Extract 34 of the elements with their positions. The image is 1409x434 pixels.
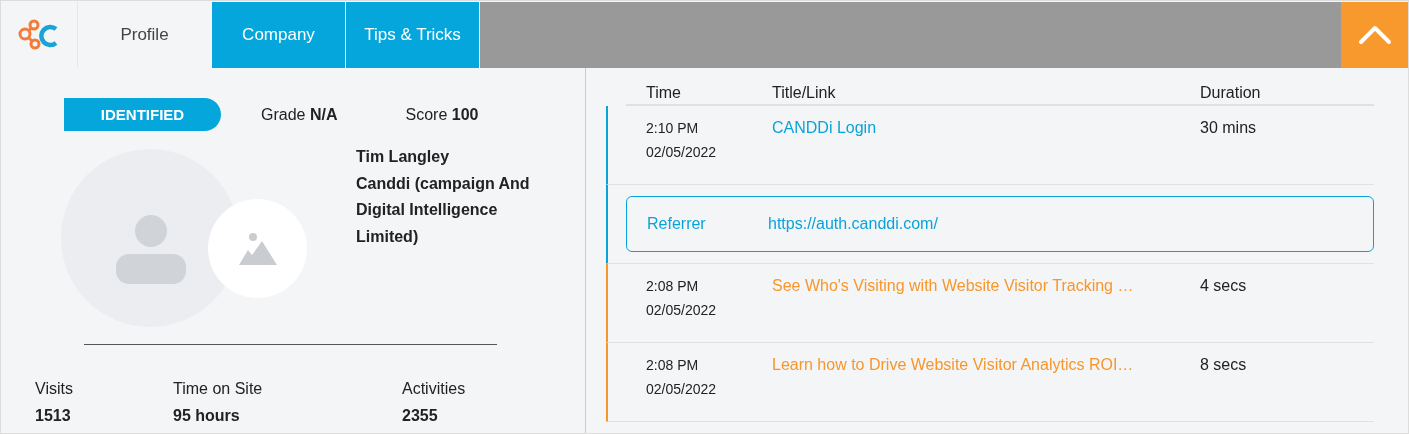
contact-name: Tim Langley <box>356 147 451 167</box>
column-header: Time <box>646 84 682 102</box>
visit-duration: 4 secs <box>1200 276 1247 296</box>
stat-value: 95 hours <box>173 406 240 426</box>
stat-label: Visits <box>35 379 73 399</box>
visit-duration: 8 secs <box>1200 355 1247 375</box>
image-icon <box>237 231 278 266</box>
chevron-up-icon <box>1357 25 1392 45</box>
stat-value: 2355 <box>402 406 438 426</box>
visit-duration: 30 mins <box>1200 118 1257 138</box>
page-link[interactable]: See Who's Visiting with Website Visitor Tracking … <box>772 274 1134 298</box>
referrer-label: Referrer <box>647 215 707 233</box>
visit-time: 2:08 PM <box>646 277 699 296</box>
page-link[interactable]: Learn how to Drive Website Visitor Analytics ROI… <box>772 353 1134 377</box>
column-header: Title/Link <box>772 84 837 102</box>
referrer-link[interactable]: https://auth.canddi.com/ <box>768 215 938 233</box>
collapse-button[interactable] <box>1341 2 1408 68</box>
visit-time: 2:08 PM <box>646 356 699 375</box>
score-text: Score 100 <box>405 105 479 124</box>
stat-label: Time on Site <box>173 379 263 399</box>
visit-time: 2:10 PM <box>646 119 699 138</box>
person-icon <box>116 214 186 284</box>
visit-date: 02/05/2022 <box>646 143 717 162</box>
stat-value: 1513 <box>35 406 71 426</box>
page-link[interactable]: CANDDi Login <box>772 116 877 140</box>
visit-date: 02/05/2022 <box>646 301 717 320</box>
tab[interactable]: Company <box>212 2 345 68</box>
tab[interactable]: Tips & Tricks <box>346 2 479 68</box>
status-badge: IDENTIFIED <box>64 98 221 131</box>
visit-date: 02/05/2022 <box>646 380 717 399</box>
column-header: Duration <box>1200 84 1262 102</box>
company-name: Canddi (campaign And Digital Intelligence Limited) <box>356 173 531 247</box>
stat-label: Activities <box>402 379 466 399</box>
grade-text: Grade N/A <box>261 105 338 124</box>
